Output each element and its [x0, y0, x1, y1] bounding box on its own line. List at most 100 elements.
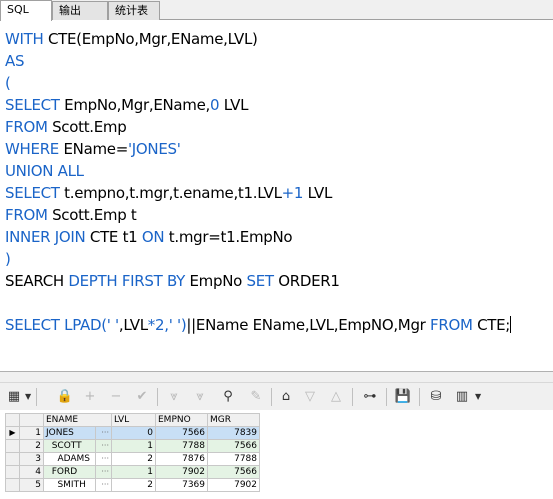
- cell-lvl[interactable]: 1: [111, 465, 156, 479]
- sql-keyword: FROM: [430, 316, 478, 334]
- add-icon[interactable]: +: [80, 387, 100, 407]
- col-header-ename[interactable]: ENAME: [43, 413, 112, 427]
- sql-keyword: UNION ALL: [5, 162, 84, 180]
- table-row[interactable]: 2 SCOTT ··· 1 7788 7566: [5, 439, 260, 453]
- code-line[interactable]: SELECT LPAD(' ',LVL*2,' ')||EName EName,…: [5, 314, 512, 336]
- sql-number: 0: [210, 96, 220, 114]
- tab-statistics[interactable]: 统计表: [108, 1, 160, 20]
- sql-keyword: WITH: [5, 30, 48, 48]
- sql-keyword: ON: [141, 228, 169, 246]
- cell-lvl[interactable]: 1: [111, 439, 156, 453]
- toolbar-separator: [386, 388, 387, 406]
- code-line[interactable]: ): [5, 248, 511, 270]
- cell-ellipsis-button[interactable]: ···: [95, 452, 112, 466]
- cell-ename[interactable]: SMITH: [43, 478, 96, 492]
- code-line[interactable]: SELECT t.empno,t.mgr,t.ename,t1.LVL+1 LV…: [5, 182, 511, 204]
- sql-keyword: SET: [246, 272, 279, 290]
- down-arrows-icon[interactable]: ⩔: [164, 387, 184, 407]
- sql-keyword: WHERE: [5, 140, 64, 158]
- cell-lvl[interactable]: 2: [111, 478, 156, 492]
- save-icon[interactable]: 💾: [393, 387, 413, 407]
- col-header-mgr[interactable]: MGR: [207, 413, 260, 427]
- cell-empno[interactable]: 7369: [155, 478, 208, 492]
- grid-icon[interactable]: ▦: [4, 387, 24, 407]
- cell-empno[interactable]: 7788: [155, 439, 208, 453]
- lock-icon[interactable]: 🔒: [55, 387, 75, 407]
- triangle-down-icon[interactable]: ▽: [300, 387, 320, 407]
- cell-mgr[interactable]: 7902: [207, 478, 260, 492]
- cell-ellipsis-button[interactable]: ···: [95, 439, 112, 453]
- down-arrows-alt-icon[interactable]: ⩔: [190, 387, 210, 407]
- tree-icon[interactable]: ⊶: [360, 387, 380, 407]
- cell-ellipsis-button[interactable]: ···: [95, 426, 112, 440]
- code-line[interactable]: UNION ALL: [5, 160, 511, 182]
- code-line[interactable]: WHERE EName='JONES': [5, 138, 511, 160]
- sql-string: ' ': [168, 316, 181, 334]
- row-indicator: [5, 452, 20, 466]
- cell-empno[interactable]: 7902: [155, 465, 208, 479]
- code-line[interactable]: SELECT EmpNo,Mgr,EName,0 LVL: [5, 94, 511, 116]
- sql-text: LVL: [219, 96, 249, 114]
- col-header-lvl[interactable]: LVL: [111, 413, 156, 427]
- cell-ellipsis-button[interactable]: ···: [95, 478, 112, 492]
- code-line[interactable]: SEARCH DEPTH FIRST BY EmpNo SET ORDER1: [5, 270, 511, 292]
- code-line[interactable]: INNER JOIN CTE t1 ON t.mgr=t1.EmpNo: [5, 226, 511, 248]
- cell-ename[interactable]: FORD: [43, 465, 96, 479]
- sql-text: EmpNo: [189, 272, 247, 290]
- triangle-up-icon[interactable]: △: [326, 387, 346, 407]
- sql-number: +1: [281, 184, 304, 202]
- cell-mgr[interactable]: 7839: [207, 426, 260, 440]
- row-number: 2: [19, 439, 44, 453]
- tab-output[interactable]: 输出: [52, 1, 108, 20]
- cell-empno[interactable]: 7876: [155, 452, 208, 466]
- sql-text: CTE(EmpNo,Mgr,EName,LVL): [47, 30, 258, 48]
- cell-ename[interactable]: ADAMS: [43, 452, 96, 466]
- toolbar-separator: [352, 388, 353, 406]
- cell-mgr[interactable]: 7566: [207, 465, 260, 479]
- col-header-empno[interactable]: EMPNO: [155, 413, 208, 427]
- tab-bar: SQL 输出 统计表: [0, 0, 553, 21]
- export-icon[interactable]: ⌂: [276, 387, 296, 407]
- table-row[interactable]: 4 FORD ··· 1 7902 7566: [5, 465, 260, 479]
- chart-icon[interactable]: ▥: [452, 387, 472, 407]
- binoculars-icon[interactable]: ⚲: [218, 387, 238, 407]
- code-line[interactable]: (: [5, 72, 511, 94]
- current-row-marker: ▶: [5, 426, 20, 440]
- result-toolbar: ▦ ▼ 🔒 + − ✔ ⩔ ⩔ ⚲ ✎ ⌂ ▽ △ ⊶ 💾 ⛁ ▥ ▼: [0, 382, 553, 410]
- table-row[interactable]: ▶ 1 JONES ··· 0 7566 7839: [5, 426, 260, 440]
- sql-text: EName=: [63, 140, 128, 158]
- grid-dropdown-icon[interactable]: ▼: [25, 387, 31, 407]
- cell-empno[interactable]: 7566: [155, 426, 208, 440]
- sql-text: Scott.Emp: [52, 118, 127, 136]
- header-corner[interactable]: [5, 413, 20, 427]
- cell-lvl[interactable]: 2: [111, 452, 156, 466]
- code-line[interactable]: WITH CTE(EmpNo,Mgr,EName,LVL): [5, 28, 511, 50]
- code-line[interactable]: [5, 292, 511, 314]
- code-line[interactable]: AS: [5, 50, 511, 72]
- sql-code[interactable]: WITH CTE(EmpNo,Mgr,EName,LVL) AS (SELECT E…: [5, 28, 512, 336]
- cell-lvl[interactable]: 0: [111, 426, 156, 440]
- code-line[interactable]: FROM Scott.Emp t: [5, 204, 511, 226]
- sql-keyword: FROM: [5, 118, 53, 136]
- sql-editor[interactable]: WITH CTE(EmpNo,Mgr,EName,LVL) AS (SELECT E…: [0, 20, 553, 372]
- db-icon[interactable]: ⛁: [426, 387, 446, 407]
- pane-splitter[interactable]: [0, 372, 553, 382]
- sql-text: SEARCH: [5, 272, 69, 290]
- cell-mgr[interactable]: 7788: [207, 452, 260, 466]
- tab-sql[interactable]: SQL: [0, 0, 52, 21]
- sql-keyword: SELECT: [5, 184, 65, 202]
- sql-text: t.mgr=t1.EmpNo: [168, 228, 293, 246]
- sql-string: ' ': [106, 316, 119, 334]
- chart-dropdown-icon[interactable]: ▼: [475, 387, 481, 407]
- cell-ellipsis-button[interactable]: ···: [95, 465, 112, 479]
- cell-ename[interactable]: SCOTT: [43, 439, 96, 453]
- table-row[interactable]: 5 SMITH ··· 2 7369 7902: [5, 478, 260, 492]
- toolbar-separator: [36, 388, 37, 406]
- check-icon[interactable]: ✔: [132, 387, 152, 407]
- code-line[interactable]: FROM Scott.Emp: [5, 116, 511, 138]
- cell-ename[interactable]: JONES: [43, 426, 96, 440]
- table-row[interactable]: 3 ADAMS ··· 2 7876 7788: [5, 452, 260, 466]
- remove-icon[interactable]: −: [106, 387, 126, 407]
- cell-mgr[interactable]: 7566: [207, 439, 260, 453]
- clear-icon[interactable]: ✎: [246, 387, 266, 407]
